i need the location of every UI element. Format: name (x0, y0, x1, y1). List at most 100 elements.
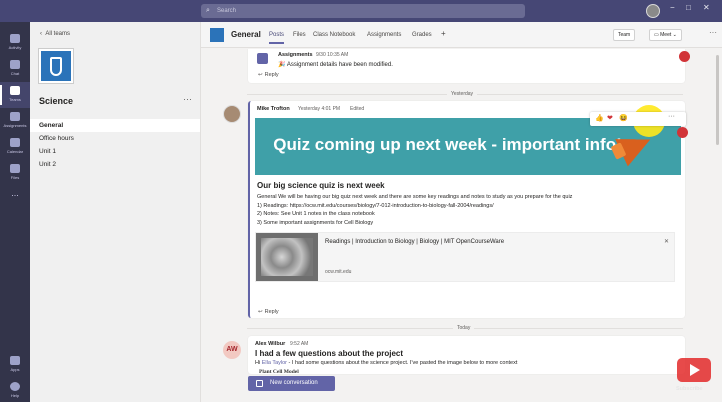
close-button[interactable]: ✕ (703, 3, 710, 12)
post-text: 🎉 Assignment details have been modified. (278, 61, 393, 68)
rail-chat[interactable]: Chat (0, 56, 30, 82)
help-icon (10, 382, 20, 391)
channel-unit-1[interactable]: Unit 1 (30, 145, 200, 158)
rail-more[interactable]: ... (0, 188, 30, 214)
like-reaction-icon[interactable]: 👍 (595, 114, 604, 122)
tab-posts[interactable]: Posts (269, 32, 285, 44)
channel-title: General (231, 30, 261, 39)
laugh-reaction-icon[interactable]: 😆 (619, 114, 628, 122)
tab-assignments[interactable]: Assignments (367, 32, 401, 38)
main-area: General Posts Files Class Notebook Assig… (201, 22, 722, 402)
team-button-label: Team (618, 32, 631, 38)
rail-assignments[interactable]: Assignments (0, 108, 30, 134)
microscope-icon (50, 57, 62, 76)
meet-button[interactable]: ▭ Meet ⌄ (649, 29, 682, 41)
reply-icon: ↩ (258, 72, 263, 78)
tab-grades[interactable]: Grades (412, 32, 432, 38)
add-tab-button[interactable]: + (441, 29, 446, 38)
files-icon (10, 164, 20, 173)
more-icon: ... (11, 188, 19, 198)
calendar-icon (10, 138, 20, 147)
rail-apps[interactable]: Apps (0, 352, 30, 378)
rail-label: Help (10, 393, 20, 398)
link-preview[interactable]: Readings | Introduction to Biology | Bio… (255, 232, 675, 282)
team-name: Science (39, 96, 74, 106)
team-more-button[interactable]: ··· (183, 94, 192, 104)
youtube-play-icon (677, 358, 711, 382)
reply-icon: ↩ (258, 309, 263, 315)
body-text: - I had some questions about the science… (287, 360, 518, 366)
post-body: General We will be having our big quiz n… (257, 193, 682, 227)
team-panel: ‹ All teams Science ··· General Office h… (30, 22, 201, 402)
question-post: Alex Wilbur 9:52 AM I had a few question… (248, 336, 685, 375)
post-subject: Our big science quiz is next week (257, 181, 385, 190)
mention[interactable]: Ella Taylor (262, 360, 287, 366)
rail-label: Calendar (6, 149, 24, 154)
reaction-bar: 👍 ❤ 😆 ··· (590, 112, 686, 126)
assignment-post: Assignments 9/30 10:35 AM 🎉 Assignment d… (248, 49, 685, 83)
channel-header: General Posts Files Class Notebook Assig… (201, 22, 722, 48)
heart-reaction-icon[interactable]: ❤ (607, 114, 613, 122)
body-line: 2) Notes: See Unit 1 notes in the class … (257, 211, 375, 217)
rail-files[interactable]: Files (0, 160, 30, 186)
maximize-button[interactable]: □ (686, 3, 691, 12)
rail-activity[interactable]: Activity (0, 30, 30, 56)
reply-link[interactable]: ↩ Reply (258, 72, 279, 78)
rail-label: Assignments (3, 123, 27, 128)
new-conversation-button[interactable]: New conversation (248, 376, 335, 391)
chevron-down-icon: ⌄ (672, 32, 677, 38)
separator-label: Yesterday (447, 91, 478, 97)
search-icon: ⌕ (206, 7, 210, 14)
search-box[interactable]: ⌕ Search (201, 4, 525, 18)
rail-teams[interactable]: Teams (0, 82, 30, 108)
reply-link[interactable]: ↩ Reply (258, 309, 279, 315)
apps-icon (10, 356, 20, 365)
posts-feed: Assignments 9/30 10:35 AM 🎉 Assignment d… (201, 49, 722, 402)
image-caption: Plant Cell Model (259, 369, 299, 375)
quiz-post: Mike Trofton Yesterday 4:01 PM Edited Qu… (248, 101, 685, 318)
link-domain: ocw.mit.edu (325, 269, 352, 275)
banner-text: Quiz coming up next week - important inf… (273, 135, 622, 154)
more-actions-button[interactable]: ··· (668, 113, 675, 120)
post-subject: I had a few questions about the project (255, 349, 404, 358)
tab-class-notebook[interactable]: Class Notebook (313, 32, 355, 38)
channel-general[interactable]: General (30, 119, 200, 132)
post-time: 9:52 AM (290, 341, 309, 347)
rail-label: Files (10, 175, 20, 180)
link-thumbnail (256, 233, 318, 281)
app-rail: Activity Chat Teams Assignments Calendar… (0, 22, 30, 402)
author-avatar: AW (223, 341, 241, 359)
subscribe-label: Subscribe (676, 386, 703, 392)
rail-label: Chat (10, 71, 20, 76)
author-avatar (223, 105, 241, 123)
team-image (39, 49, 73, 83)
post-author: Assignments (278, 52, 313, 58)
team-button[interactable]: Team (613, 29, 636, 41)
announcement-banner: Quiz coming up next week - important inf… (255, 118, 681, 175)
channel-office-hours[interactable]: Office hours (30, 132, 200, 145)
post-time: 9/30 10:35 AM (316, 52, 349, 58)
all-teams-link[interactable]: ‹ All teams (40, 31, 70, 37)
body-link-line[interactable]: 1) Readings: https://ocw.mit.edu/courses… (257, 202, 682, 211)
edited-label: Edited (350, 106, 365, 112)
youtube-subscribe-overlay[interactable]: Subscribe (676, 358, 712, 398)
header-more-button[interactable]: ··· (709, 28, 717, 37)
assignments-icon (10, 112, 20, 121)
tab-files[interactable]: Files (293, 32, 306, 38)
close-preview-icon[interactable]: ✕ (664, 238, 669, 245)
profile-badge (679, 51, 690, 62)
rail-label: Teams (9, 97, 21, 102)
search-placeholder: Search (217, 8, 237, 14)
rail-help[interactable]: Help (0, 378, 30, 402)
post-author: Mike Trofton (257, 106, 290, 112)
scrollbar[interactable] (716, 55, 719, 145)
profile-badge (677, 127, 688, 138)
user-avatar[interactable] (646, 4, 660, 18)
body-line: 3) Some important assignments for Cell B… (257, 219, 374, 226)
minimize-button[interactable]: − (670, 3, 675, 12)
rail-calendar[interactable]: Calendar (0, 134, 30, 160)
body-prefix: Hi (255, 360, 262, 366)
camera-icon: ▭ (654, 32, 659, 38)
channel-unit-2[interactable]: Unit 2 (30, 158, 200, 171)
rail-label: Activity (8, 45, 22, 50)
